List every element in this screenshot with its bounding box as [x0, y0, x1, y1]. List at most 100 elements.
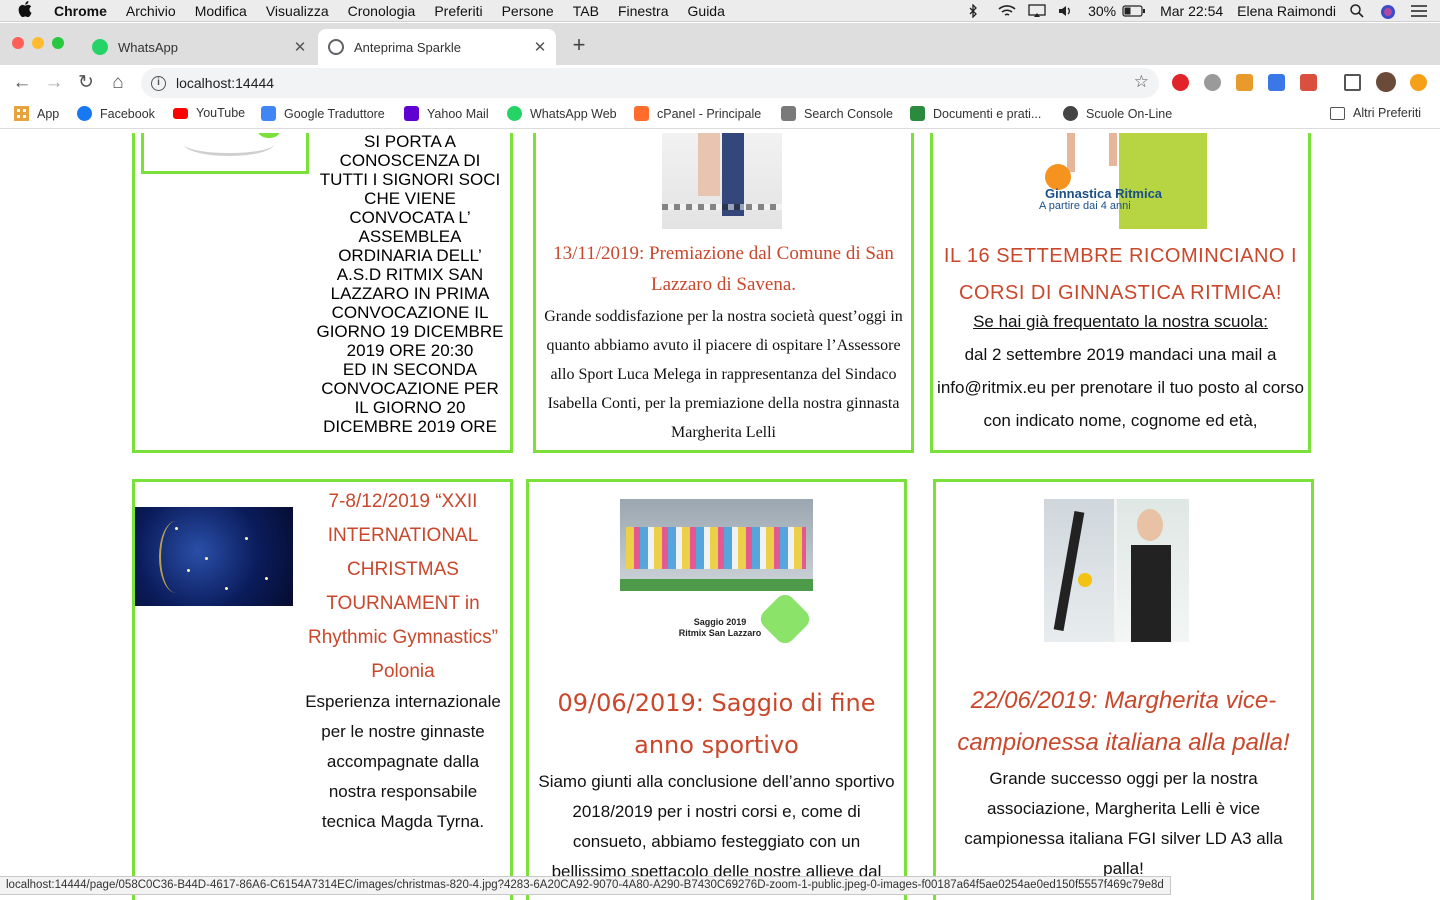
close-window-button[interactable] — [12, 37, 24, 49]
apple-menu-icon[interactable] — [18, 0, 36, 21]
whatsapp-icon — [92, 39, 108, 55]
address-bar[interactable]: i localhost:14444 ☆ — [141, 68, 1159, 98]
card-text: SI PORTA A CONOSCENZA DI TUTTI I SIGNORI… — [316, 133, 504, 436]
tab-anteprima-sparkle[interactable]: Anteprima Sparkle ✕ — [318, 29, 556, 65]
facebook-icon — [77, 106, 92, 121]
bookmark-scuole-online[interactable]: Scuole On-Line — [1063, 106, 1172, 121]
whatsapp-icon — [507, 106, 522, 121]
menu-archivio[interactable]: Archivio — [126, 3, 176, 19]
menu-tab[interactable]: TAB — [573, 3, 599, 19]
extension-icon[interactable] — [1268, 74, 1285, 91]
news-card-premiazione[interactable]: 13/11/2019: Premiazione dal Comune di Sa… — [533, 133, 914, 453]
saggio-photo[interactable]: Saggio 2019 Ritmix San Lazzaro — [620, 499, 814, 648]
bookmark-yahoo-mail[interactable]: Yahoo Mail — [404, 106, 489, 121]
menu-modifica[interactable]: Modifica — [195, 3, 247, 19]
premiazione-photo[interactable] — [662, 133, 782, 229]
menu-app-name[interactable]: Chrome — [54, 3, 107, 19]
news-card-corsi[interactable]: Ginnastica Ritmica A partire dai 4 anni … — [930, 133, 1311, 453]
news-card-assemblea[interactable]: SI PORTA A CONOSCENZA DI TUTTI I SIGNORI… — [132, 133, 513, 453]
globe-icon — [328, 39, 344, 55]
card-title[interactable]: IL 16 SETTEMBRE RICOMINCIANO I CORSI DI … — [933, 238, 1308, 312]
macos-menu-bar: Chrome Archivio Modifica Visualizza Cron… — [0, 0, 1440, 22]
bookmark-google-traduttore[interactable]: Google Traduttore — [261, 106, 385, 121]
update-icon[interactable] — [1410, 74, 1427, 91]
minimize-window-button[interactable] — [32, 37, 44, 49]
zoom-window-button[interactable] — [52, 37, 64, 49]
cast-icon[interactable] — [1344, 74, 1361, 91]
volume-icon[interactable] — [1058, 4, 1074, 18]
close-tab-icon[interactable]: ✕ — [290, 38, 310, 56]
bookmark-whatsapp-web[interactable]: WhatsApp Web — [507, 106, 617, 121]
page-content: SI PORTA A CONOSCENZA DI TUTTI I SIGNORI… — [0, 133, 1440, 900]
back-button[interactable]: ← — [10, 71, 34, 95]
card-title[interactable]: 09/06/2019: Saggio di fine anno sportivo — [529, 682, 904, 766]
menu-preferiti[interactable]: Preferiti — [434, 3, 482, 19]
bookmark-facebook[interactable]: Facebook — [77, 106, 155, 121]
extension-icon[interactable] — [1204, 74, 1221, 91]
bookmark-label: Facebook — [100, 106, 155, 121]
new-tab-button[interactable]: + — [568, 34, 590, 56]
bookmark-altri-preferiti[interactable]: Altri Preferiti — [1330, 106, 1421, 120]
menu-visualizza[interactable]: Visualizza — [266, 3, 329, 19]
bookmark-label: App — [37, 106, 60, 121]
airplay-icon[interactable] — [1028, 4, 1046, 18]
margherita-photo[interactable] — [1044, 499, 1189, 642]
bookmark-label: YouTube — [196, 106, 246, 120]
siri-icon[interactable] — [1380, 4, 1396, 19]
ginnastica-ritmica-flyer[interactable]: Ginnastica Ritmica A partire dai 4 anni — [1031, 133, 1207, 229]
card-title[interactable]: 13/11/2019: Premiazione dal Comune di Sa… — [536, 238, 911, 300]
lock-extension-icon[interactable] — [1300, 74, 1317, 91]
spotlight-search-icon[interactable] — [1350, 4, 1366, 18]
card-title[interactable]: 22/06/2019: Margherita vice-campionessa … — [936, 680, 1311, 764]
bookmark-search-console[interactable]: Search Console — [781, 106, 893, 121]
profile-avatar[interactable] — [1376, 72, 1396, 92]
bookmark-label: Google Traduttore — [284, 106, 385, 121]
bluetooth-icon[interactable] — [968, 3, 984, 19]
bookmark-documenti[interactable]: Documenti e prati... — [910, 106, 1041, 121]
menu-cronologia[interactable]: Cronologia — [348, 3, 416, 19]
christmas-image[interactable] — [135, 507, 293, 606]
tab-title: Anteprima Sparkle — [354, 39, 461, 55]
link-status-bar: localhost:14444/page/058C0C36-B44D-4617-… — [0, 876, 1171, 895]
bookmark-label: Scuole On-Line — [1086, 106, 1173, 121]
notification-center-icon[interactable] — [1410, 4, 1427, 18]
bookmark-youtube[interactable]: YouTube — [173, 106, 245, 120]
card-subtitle: Se hai già frequentato la nostra scuola: — [973, 312, 1268, 331]
search-console-icon — [781, 106, 796, 121]
flyer-subtitle: A partire dai 4 anni — [1039, 200, 1131, 212]
reload-button[interactable]: ↻ — [74, 71, 98, 95]
bookmark-star-icon[interactable]: ☆ — [1134, 72, 1149, 92]
menu-persone[interactable]: Persone — [502, 3, 554, 19]
wifi-icon[interactable] — [998, 4, 1016, 18]
menu-finestra[interactable]: Finestra — [618, 3, 669, 19]
clock[interactable]: Mar 22:54 — [1160, 3, 1223, 19]
news-card-margherita[interactable]: 22/06/2019: Margherita vice-campionessa … — [933, 479, 1314, 900]
url-text[interactable]: localhost:14444 — [176, 75, 274, 91]
home-button[interactable]: ⌂ — [106, 71, 130, 95]
google-translate-icon — [261, 106, 276, 121]
bookmark-cpanel[interactable]: cPanel - Principale — [634, 106, 761, 121]
window-controls — [12, 37, 64, 49]
extension-icon[interactable] — [1236, 74, 1253, 91]
battery-icon[interactable] — [1122, 4, 1146, 18]
document-icon — [910, 106, 925, 121]
bookmark-label: Altri Preferiti — [1353, 106, 1422, 120]
folder-icon — [1330, 106, 1345, 120]
flyer-title: Ginnastica Ritmica — [1045, 186, 1163, 201]
tab-whatsapp[interactable]: WhatsApp ✕ — [82, 29, 316, 65]
bookmark-app[interactable]: App — [14, 106, 59, 121]
close-tab-icon[interactable]: ✕ — [530, 38, 550, 56]
card-body: Grande successo oggi per la nostra assoc… — [964, 769, 1283, 878]
news-card-christmas-tournament[interactable]: 7-8/12/2019 “XXII INTERNATIONAL CHRISTMA… — [132, 479, 513, 900]
site-info-icon[interactable]: i — [151, 75, 166, 91]
user-name[interactable]: Elena Raimondi — [1237, 3, 1336, 19]
bookmark-label: cPanel - Principale — [657, 106, 762, 121]
forward-button[interactable]: → — [42, 71, 66, 95]
menu-guida[interactable]: Guida — [688, 3, 725, 19]
bookmark-label: WhatsApp Web — [530, 106, 617, 121]
news-card-saggio[interactable]: Saggio 2019 Ritmix San Lazzaro 09/06/201… — [526, 479, 907, 900]
adblock-extension-icon[interactable] — [1172, 74, 1189, 91]
globe-icon — [1063, 106, 1078, 121]
battery-percent: 30% — [1088, 3, 1117, 19]
card-title[interactable]: 7-8/12/2019 “XXII INTERNATIONAL CHRISTMA… — [303, 485, 503, 689]
